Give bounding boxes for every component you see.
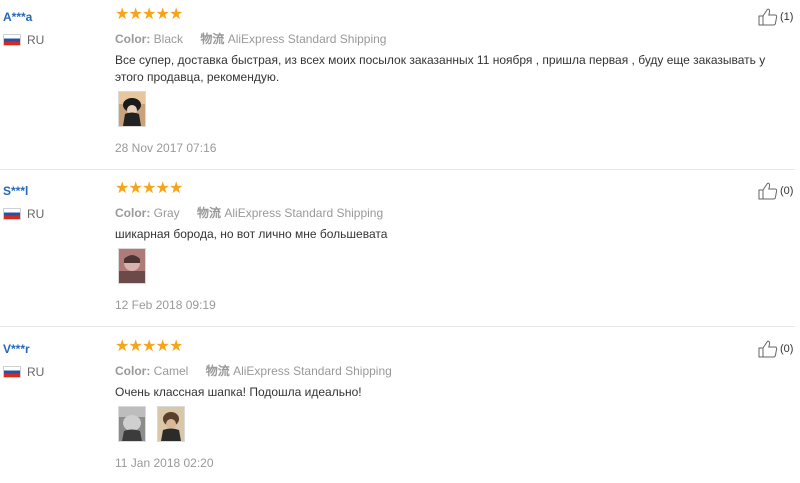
divider (0, 326, 795, 327)
star-icon: ★ (169, 338, 184, 355)
star-rating: ★ ★ ★ ★ ★ (115, 7, 183, 23)
color-label: Color: (115, 206, 151, 220)
star-icon: ★ (128, 180, 143, 197)
logistics-label: 物流 (200, 32, 225, 46)
reviewer-name[interactable]: S***l (3, 184, 28, 198)
star-rating: ★ ★ ★ ★ ★ (115, 181, 183, 197)
star-icon: ★ (115, 180, 130, 197)
star-icon: ★ (128, 338, 143, 355)
star-icon: ★ (155, 338, 170, 355)
divider (0, 169, 795, 170)
shipping-method: AliExpress Standard Shipping (233, 364, 392, 378)
color-label: Color: (115, 364, 151, 378)
reviewer-name[interactable]: V***r (3, 342, 30, 356)
like-count: (1) (780, 11, 794, 23)
color-value: Black (153, 32, 184, 46)
review-photo-thumbnail[interactable] (157, 406, 185, 442)
flag-icon (3, 34, 21, 46)
review-photo-thumbnail[interactable] (118, 91, 146, 127)
review-photos (118, 91, 157, 127)
review-photos (118, 248, 157, 284)
like-count: (0) (780, 343, 794, 355)
logistics-label: 物流 (205, 364, 230, 378)
like-button[interactable]: (0) (758, 182, 793, 200)
color-label: Color: (115, 32, 151, 46)
star-icon: ★ (155, 6, 170, 23)
review-text: Очень классная шапка! Подошла идеально! (115, 385, 362, 399)
country-code: RU (27, 365, 45, 379)
country-code: RU (27, 207, 45, 221)
flag-icon (3, 366, 21, 378)
star-icon: ★ (169, 180, 184, 197)
star-icon: ★ (155, 180, 170, 197)
review-photo-thumbnail[interactable] (118, 248, 146, 284)
review-date: 12 Feb 2018 09:19 (115, 298, 216, 312)
thumbs-up-icon (758, 8, 778, 26)
star-icon: ★ (128, 6, 143, 23)
order-info: Color: Black 物流 AliExpress Standard Ship… (115, 30, 386, 47)
star-icon: ★ (142, 338, 157, 355)
star-icon: ★ (115, 338, 130, 355)
order-info: Color: Camel 物流 AliExpress Standard Ship… (115, 362, 392, 379)
review-text: шикарная борода, но вот лично мне больше… (115, 227, 388, 241)
reviewer-country: RU (3, 207, 44, 221)
star-icon: ★ (142, 180, 157, 197)
reviewer-country: RU (3, 33, 44, 47)
star-icon: ★ (169, 6, 184, 23)
shipping-method: AliExpress Standard Shipping (227, 32, 387, 46)
country-code: RU (27, 33, 45, 47)
review-date: 28 Nov 2017 07:16 (115, 141, 217, 155)
thumbs-up-icon (758, 182, 778, 200)
logistics-label: 物流 (197, 206, 222, 220)
review-photos (118, 406, 196, 442)
thumbs-up-icon (758, 340, 778, 358)
star-rating: ★ ★ ★ ★ ★ (115, 339, 183, 355)
shipping-method: AliExpress Standard Shipping (224, 206, 384, 220)
color-value: Camel (153, 364, 189, 378)
reviewer-name[interactable]: A***a (3, 10, 32, 24)
review-photo-thumbnail[interactable] (118, 406, 146, 442)
star-icon: ★ (115, 6, 130, 23)
order-info: Color: Gray 物流 AliExpress Standard Shipp… (115, 204, 383, 221)
review-date: 11 Jan 2018 02:20 (115, 456, 214, 470)
review-text: Все супер, доставка быстрая, из всех мои… (115, 53, 766, 84)
like-button[interactable]: (0) (758, 340, 793, 358)
color-value: Gray (153, 206, 180, 220)
like-button[interactable]: (1) (758, 8, 793, 26)
star-icon: ★ (142, 6, 157, 23)
reviewer-country: RU (3, 365, 44, 379)
like-count: (0) (780, 185, 794, 197)
flag-icon (3, 208, 21, 220)
